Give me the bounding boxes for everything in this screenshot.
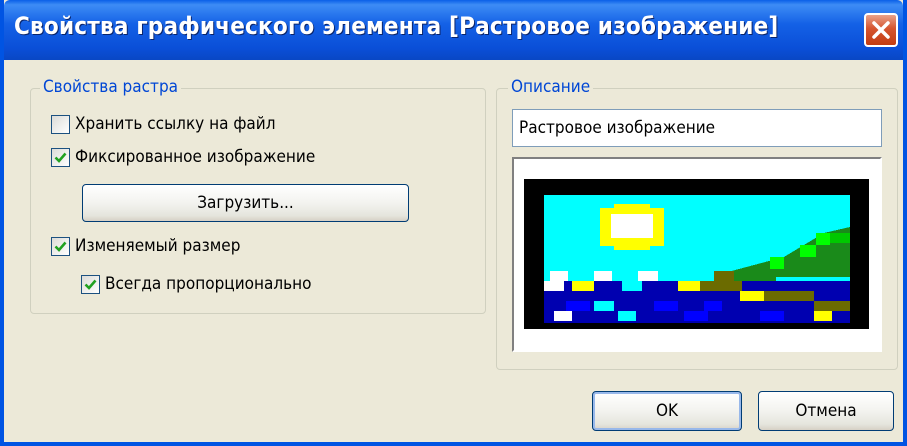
check-icon <box>84 279 97 290</box>
cancel-button[interactable]: Отмена <box>758 391 894 431</box>
store-link-checkbox[interactable]: Хранить ссылку на файл <box>51 114 275 134</box>
resizable-checkbox-box[interactable] <box>51 236 70 256</box>
raster-properties-legend: Свойства растра <box>40 77 182 97</box>
fixed-image-checkbox-box[interactable] <box>51 147 70 167</box>
title-bar[interactable]: Свойства графического элемента [Растрово… <box>4 0 903 60</box>
proportional-checkbox-box[interactable] <box>81 274 100 294</box>
resizable-checkbox[interactable]: Изменяемый размер <box>51 236 240 256</box>
description-input[interactable]: Растровое изображение <box>512 109 882 147</box>
store-link-checkbox-box[interactable] <box>51 114 70 134</box>
proportional-label: Всегда пропорционально <box>105 274 312 294</box>
check-icon <box>54 241 67 252</box>
store-link-label: Хранить ссылку на файл <box>75 114 276 134</box>
description-legend: Описание <box>508 77 594 97</box>
proportional-checkbox[interactable]: Всегда пропорционально <box>81 274 312 294</box>
close-button[interactable] <box>864 13 898 47</box>
load-button[interactable]: Загрузить... <box>82 184 409 222</box>
raster-image <box>524 179 869 329</box>
image-preview <box>512 157 882 352</box>
fixed-image-label: Фиксированное изображение <box>75 147 316 167</box>
ok-button[interactable]: OK <box>592 391 742 431</box>
close-icon <box>872 21 890 39</box>
dialog-window: Свойства графического элемента [Растрово… <box>0 0 907 446</box>
window-title: Свойства графического элемента [Растрово… <box>14 12 779 40</box>
resizable-label: Изменяемый размер <box>75 236 241 256</box>
check-icon <box>54 152 67 163</box>
fixed-image-checkbox[interactable]: Фиксированное изображение <box>51 147 315 167</box>
